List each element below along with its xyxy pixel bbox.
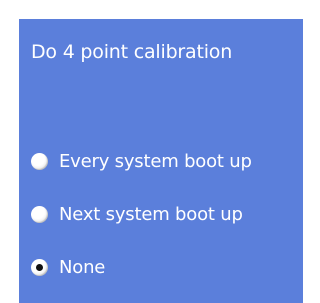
calibration-panel: Do 4 point calibration Every system boot… [19,19,303,303]
radio-button-icon[interactable] [31,152,48,170]
calibration-title: Do 4 point calibration [31,41,233,63]
radio-option-none[interactable]: None [31,255,105,279]
radio-selected-dot-icon [36,263,43,271]
radio-option-label: Every system boot up [59,150,252,172]
radio-option-next-boot[interactable]: Next system boot up [31,202,243,226]
radio-button-icon[interactable] [31,258,48,276]
radio-button-icon[interactable] [31,205,48,223]
radio-option-label: None [59,256,106,278]
radio-option-label: Next system boot up [59,203,243,225]
radio-option-every-boot[interactable]: Every system boot up [31,149,252,173]
screenshot-frame: Do 4 point calibration Every system boot… [0,0,303,303]
